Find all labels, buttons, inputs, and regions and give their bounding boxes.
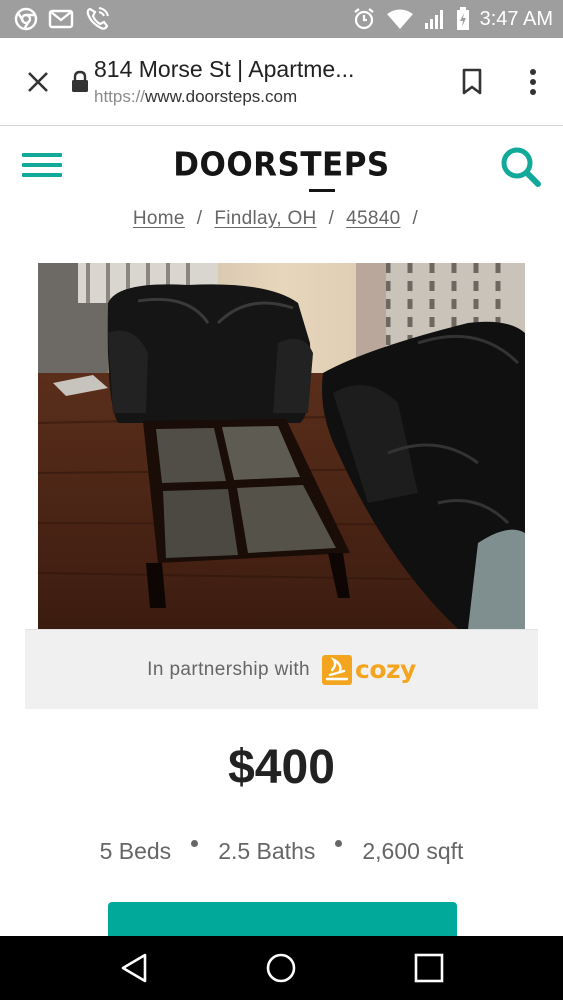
breadcrumb-separator: / (412, 208, 419, 229)
page-title: 814 Morse St | Apartme... (94, 56, 355, 82)
breadcrumb-separator: / (196, 208, 203, 229)
signal-icon (424, 8, 446, 30)
battery-icon (456, 7, 470, 31)
back-button[interactable] (104, 936, 164, 1000)
site-header: DOORSTEPS (0, 127, 563, 207)
url-host: www.doorsteps.com (145, 87, 298, 106)
bullet-separator (191, 840, 199, 847)
logo-underline-mark (309, 189, 335, 192)
system-nav-bar (0, 936, 563, 1000)
back-icon (121, 953, 147, 983)
close-tab-button[interactable] (0, 38, 76, 126)
browser-toolbar: 814 Morse St | Apartme... https://www.do… (0, 38, 563, 126)
cozy-flame-icon (322, 654, 352, 685)
bullet-separator (335, 840, 343, 847)
gmail-icon (48, 8, 74, 30)
url-scheme: https:// (94, 87, 146, 106)
page-url: https://www.doorsteps.com (94, 87, 441, 107)
more-vert-icon (530, 68, 536, 95)
listing-photo[interactable] (38, 263, 525, 629)
breadcrumb: Home / Findlay, OH / 45840 / (0, 208, 563, 230)
cozy-wordmark: cozy (355, 655, 416, 684)
listing-details: 5 Beds 2.5 Baths 2,600 sqft (0, 838, 563, 865)
beds-count: 5 Beds (99, 838, 172, 864)
chrome-icon (14, 7, 38, 31)
home-icon (267, 953, 296, 983)
wifi-calling-icon (84, 5, 112, 33)
search-icon (501, 147, 541, 187)
home-button[interactable] (251, 936, 311, 1000)
listing-price: $400 (228, 741, 335, 794)
baths-count: 2.5 Baths (218, 838, 316, 864)
partnership-banner: In partnership with cozy (25, 629, 538, 709)
site-logo[interactable]: DOORSTEPS (0, 146, 563, 184)
browser-menu-button[interactable] (503, 38, 563, 126)
partnership-text: In partnership with (147, 658, 310, 680)
cozy-logo[interactable]: cozy (322, 654, 416, 685)
recents-button[interactable] (399, 936, 459, 1000)
status-time: 3:47 AM (479, 7, 553, 30)
breadcrumb-city[interactable]: Findlay, OH (214, 208, 316, 229)
status-bar: 3:47 AM (0, 0, 563, 38)
wifi-icon (386, 8, 414, 30)
address-bar[interactable]: 814 Morse St | Apartme... https://www.do… (94, 56, 441, 107)
breadcrumb-home[interactable]: Home (133, 208, 185, 229)
search-button[interactable] (499, 145, 543, 189)
bookmark-button[interactable] (441, 38, 503, 126)
close-icon (28, 71, 48, 92)
breadcrumb-separator: / (328, 208, 335, 229)
recents-icon (414, 953, 444, 983)
area-size: 2,600 sqft (362, 838, 464, 864)
breadcrumb-zip[interactable]: 45840 (346, 208, 400, 229)
alarm-icon (352, 7, 376, 31)
bookmark-icon (462, 68, 482, 94)
